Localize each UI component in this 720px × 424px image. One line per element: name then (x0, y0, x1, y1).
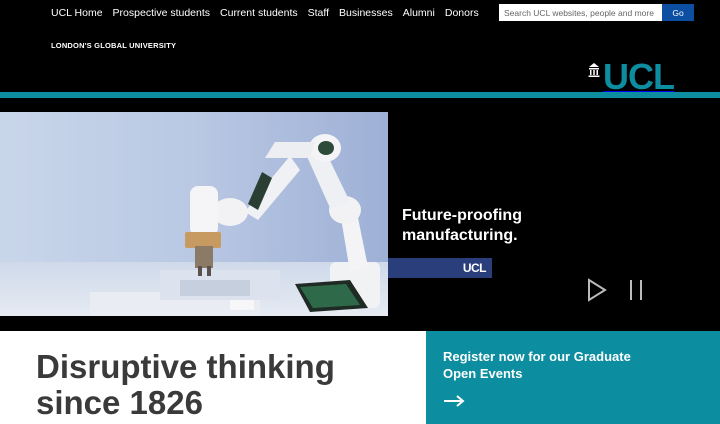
nav-link-prospective-students[interactable]: Prospective students (113, 7, 210, 19)
top-nav: UCL Home Prospective students Current st… (51, 0, 489, 25)
robot-arm-photo[interactable] (0, 112, 388, 316)
ucl-tag-text: UCL (462, 261, 487, 275)
portico-icon (588, 63, 600, 77)
hero-caption[interactable]: Future-proofing manufacturing. (402, 206, 522, 246)
headline-line: since 1826 (36, 384, 203, 421)
ucl-tag: UCL (388, 258, 492, 278)
search-go-button[interactable]: Go (662, 4, 694, 21)
promo-text: Register now for our Graduate Open Event… (443, 348, 693, 382)
promo-line: Register now for our Graduate (443, 349, 631, 364)
nav-link-staff[interactable]: Staff (308, 7, 329, 19)
top-bar: UCL Home Prospective students Current st… (0, 0, 720, 25)
hero-caption-line: Future-proofing (402, 207, 522, 224)
hero-carousel: Future-proofing manufacturing. UCL (0, 98, 720, 331)
hero-caption-line: manufacturing. (402, 227, 518, 244)
pause-icon[interactable] (626, 278, 646, 302)
nav-link-ucl-home[interactable]: UCL Home (51, 7, 103, 19)
page-headline: Disruptive thinking since 1826 (36, 349, 335, 421)
headline-line: Disruptive thinking (36, 348, 335, 385)
robot-arm-illustration (0, 112, 388, 316)
nav-link-current-students[interactable]: Current students (220, 7, 298, 19)
ucl-logo[interactable]: UCL (588, 56, 675, 97)
nav-link-alumni[interactable]: Alumni (403, 7, 435, 19)
site-header: LONDON'S GLOBAL UNIVERSITY UCL (0, 25, 720, 97)
promo-line: Open Events (443, 366, 523, 381)
logo-wordmark: UCL (603, 56, 675, 97)
nav-link-donors[interactable]: Donors (445, 7, 479, 19)
search-input[interactable] (499, 4, 662, 21)
play-icon[interactable] (586, 278, 608, 302)
tagline: LONDON'S GLOBAL UNIVERSITY (51, 41, 177, 50)
intro-panel: Disruptive thinking since 1826 (0, 331, 426, 424)
arrow-right-icon (444, 395, 465, 407)
graduate-open-events-promo[interactable]: Register now for our Graduate Open Event… (426, 331, 720, 424)
nav-link-businesses[interactable]: Businesses (339, 7, 393, 19)
